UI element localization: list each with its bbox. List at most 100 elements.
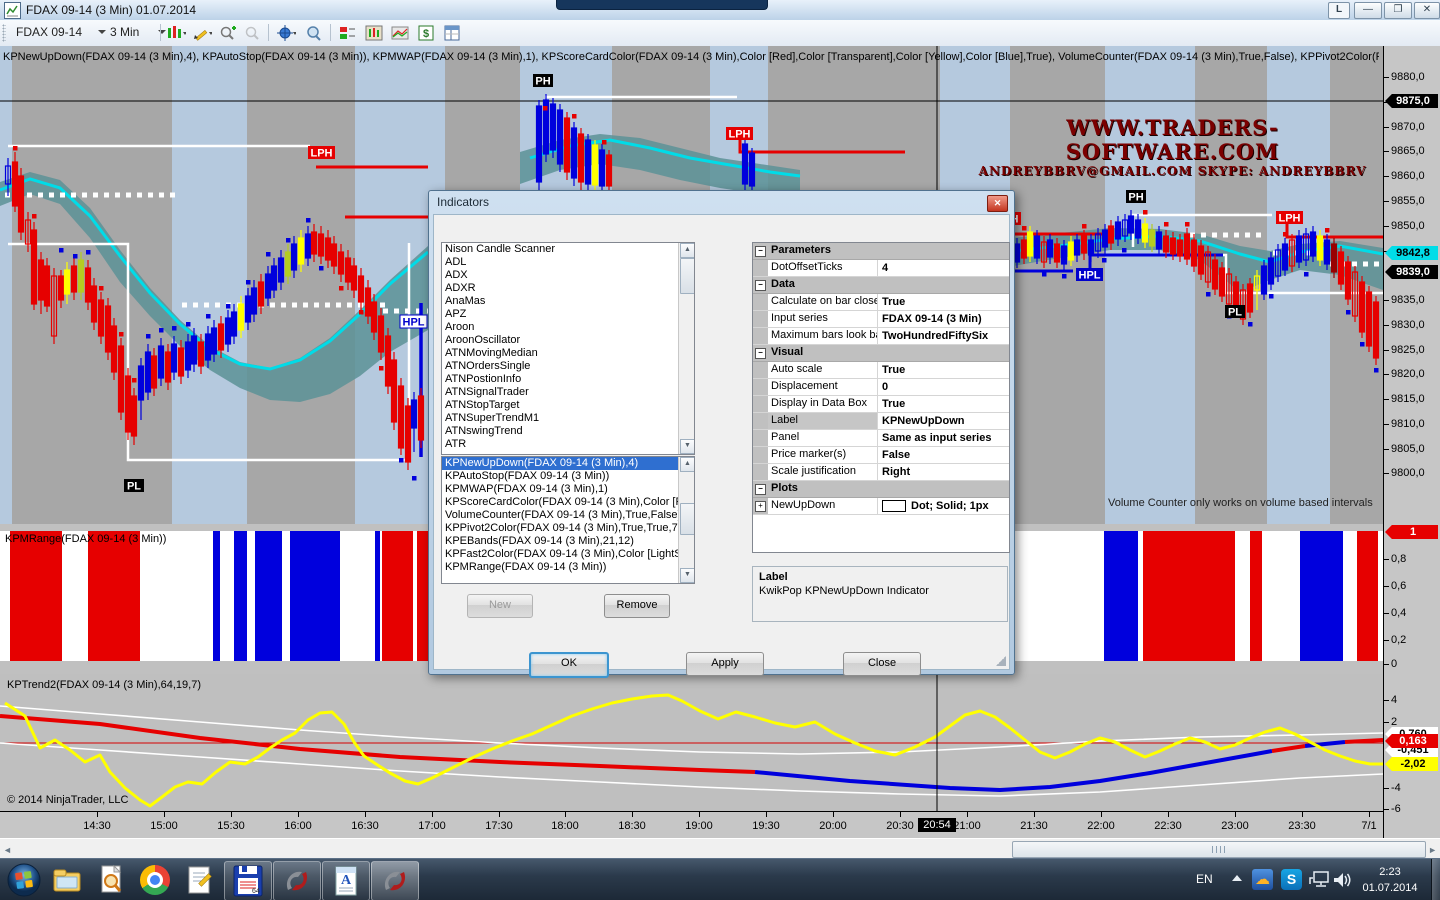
chart-style-icon[interactable] (166, 24, 186, 42)
scroll-down-icon[interactable]: ▼ (680, 568, 695, 583)
list-item[interactable]: VolumeCounter(FDAX 09-14 (3 Min),True,Fa… (442, 509, 694, 522)
close-button[interactable]: ✕ (1414, 2, 1440, 19)
dialog-resize-grip[interactable] (996, 656, 1006, 666)
list-item[interactable]: ATNswingTrend (442, 425, 694, 438)
order-entry-icon[interactable] (338, 24, 358, 42)
list-item[interactable]: Nison Candle Scanner (442, 243, 694, 256)
remove-button[interactable]: Remove (604, 594, 670, 618)
collapse-icon[interactable]: − (755, 280, 766, 291)
chart-trader-icon[interactable] (364, 24, 384, 42)
property-row[interactable]: Price marker(s)False (753, 447, 1009, 464)
list-item[interactable]: KPMRange(FDAX 09-14 (3 Min)) (442, 561, 694, 574)
close-dialog-button[interactable]: Close (843, 652, 921, 676)
list-item[interactable]: KPScoreCardColor(FDAX 09-14 (3 Min),Colo… (442, 496, 694, 509)
toolbar-drag-handle[interactable] (2, 24, 6, 42)
property-row[interactable]: Auto scaleTrue (753, 362, 1009, 379)
show-desktop-button[interactable] (1431, 859, 1440, 900)
list-item[interactable]: ATNSuperTrendM1 (442, 412, 694, 425)
available-indicators-list[interactable]: Nison Candle ScannerADLADXADXRAnaMasAPZA… (441, 242, 695, 455)
zoom-in-icon[interactable] (218, 24, 238, 42)
list-item[interactable]: APZ (442, 308, 694, 321)
property-row[interactable]: DotOffsetTicks4 (753, 260, 1009, 277)
scroll-up-icon[interactable]: ▲ (680, 243, 695, 258)
property-section-header[interactable]: −Data (753, 277, 1009, 294)
language-indicator[interactable]: EN (1196, 872, 1213, 886)
list-scrollbar[interactable]: ▲▼ (678, 457, 694, 583)
list-item[interactable]: KPEBands(FDAX 09-14 (3 Min),21,12) (442, 535, 694, 548)
property-section-header[interactable]: −Plots (753, 481, 1009, 498)
scrollbar-thumb[interactable] (680, 503, 695, 535)
minimize-button[interactable]: — (1354, 2, 1382, 19)
explorer-icon[interactable] (52, 865, 86, 900)
scroll-right-icon[interactable]: ► (1428, 845, 1437, 855)
property-row[interactable]: Maximum bars look baTwoHundredFiftySix (753, 328, 1009, 345)
apply-button[interactable]: Apply (686, 652, 764, 676)
list-item[interactable]: ADX (442, 269, 694, 282)
list-item[interactable]: ADXR (442, 282, 694, 295)
instrument-dropdown[interactable]: FDAX 09-14 (10, 23, 108, 44)
list-item[interactable]: KPPivot2Color(FDAX 09-14 (3 Min),True,Tr… (442, 522, 694, 535)
tray-expand-icon[interactable] (1232, 875, 1242, 881)
list-item[interactable]: ATNMovingMedian (442, 347, 694, 360)
list-item[interactable]: AroonOscillator (442, 334, 694, 347)
list-item[interactable]: ATNStopTarget (442, 399, 694, 412)
list-item[interactable]: KPNewUpDown(FDAX 09-14 (3 Min),4) (442, 457, 694, 470)
list-item[interactable]: KPFast2Color(FDAX 09-14 (3 Min),Color [L… (442, 548, 694, 561)
indicators-dialog[interactable]: Indicators ✕ Nison Candle ScannerADLADXA… (428, 190, 1015, 675)
list-item[interactable]: KPMWAP(FDAX 09-14 (3 Min),1) (442, 483, 694, 496)
ok-button[interactable]: OK (529, 652, 609, 678)
list-item[interactable]: ATNSignalTrader (442, 386, 694, 399)
dialog-close-icon[interactable]: ✕ (987, 195, 1008, 212)
list-item[interactable]: KPAutoStop(FDAX 09-14 (3 Min)) (442, 470, 694, 483)
scroll-up-icon[interactable]: ▲ (680, 457, 695, 472)
new-button[interactable]: New (467, 594, 533, 618)
list-item[interactable]: ADL (442, 256, 694, 269)
property-section-header[interactable]: −Parameters (753, 243, 1009, 260)
plot-color-swatch[interactable] (882, 500, 906, 512)
collapse-icon[interactable]: − (755, 246, 766, 257)
property-row[interactable]: Scale justificationRight (753, 464, 1009, 481)
horizontal-scrollbar[interactable]: ◄ ► (0, 838, 1440, 859)
drawing-tools-icon[interactable] (192, 24, 212, 42)
property-row[interactable]: +NewUpDownDot; Solid; 1px (753, 498, 1009, 515)
snapshot-icon[interactable] (390, 24, 410, 42)
account-dollar-icon[interactable]: $ (416, 24, 436, 42)
crosshair-icon[interactable] (276, 24, 296, 42)
search-document-icon[interactable] (96, 864, 130, 900)
tray-skype-icon[interactable]: S (1281, 869, 1302, 890)
indicator-properties-grid[interactable]: −ParametersDotOffsetTicks4−DataCalculate… (752, 242, 1010, 553)
property-section-header[interactable]: −Visual (753, 345, 1009, 362)
tray-volume-icon[interactable] (1331, 870, 1353, 890)
collapse-icon[interactable]: − (755, 484, 766, 495)
taskbar-app-ninjatrader[interactable] (273, 861, 321, 900)
property-row[interactable]: Display in Data BoxTrue (753, 396, 1009, 413)
price-axis[interactable]: 9880,09875,09870,09865,09860,09855,09850… (1383, 46, 1440, 838)
property-row[interactable]: Input seriesFDAX 09-14 (3 Min) (753, 311, 1009, 328)
configured-indicators-list[interactable]: KPNewUpDown(FDAX 09-14 (3 Min),4)KPAutoS… (441, 456, 695, 584)
list-item[interactable]: Aroon (442, 321, 694, 334)
interval-dropdown[interactable]: 3 Min (104, 23, 168, 44)
list-item[interactable]: AnaMas (442, 295, 694, 308)
restore-button[interactable]: ❐ (1384, 2, 1412, 19)
scroll-left-icon[interactable]: ◄ (3, 845, 12, 855)
tray-network-icon[interactable] (1308, 870, 1330, 890)
scroll-down-icon[interactable]: ▼ (680, 439, 695, 454)
tray-cloud-icon[interactable]: ☁ (1252, 869, 1273, 890)
property-row[interactable]: LabelKPNewUpDown (753, 413, 1009, 430)
zoom-out-icon[interactable] (242, 24, 262, 42)
property-row[interactable]: PanelSame as input series (753, 430, 1009, 447)
collapse-icon[interactable]: − (755, 348, 766, 359)
expand-icon[interactable]: + (755, 501, 766, 512)
taskbar-app-quik64[interactable]: 64 (224, 861, 272, 900)
taskbar-app-ninjatrader-active[interactable] (371, 861, 419, 900)
property-row[interactable]: Displacement0 (753, 379, 1009, 396)
scrollbar-thumb[interactable] (680, 258, 695, 294)
property-row[interactable]: Calculate on bar closeTrue (753, 294, 1009, 311)
list-item[interactable]: ATNPostionInfo (442, 373, 694, 386)
chrome-icon[interactable] (140, 865, 174, 900)
list-scrollbar[interactable]: ▲▼ (678, 243, 694, 454)
start-button[interactable] (6, 862, 40, 898)
properties-icon[interactable] (442, 24, 462, 42)
time-axis[interactable]: 14:3015:0015:3016:0016:3017:0017:3018:00… (0, 811, 1383, 839)
notepad-icon[interactable] (184, 864, 218, 900)
